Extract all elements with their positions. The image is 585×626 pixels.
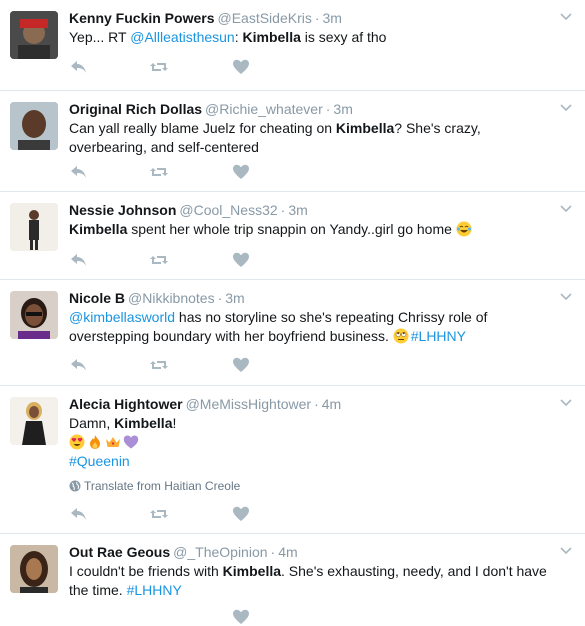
tweet-text: Can yall really blame Juelz for cheating… (69, 119, 555, 157)
tweet-text-part: Yep... RT (69, 29, 131, 45)
fire-emoji-icon (90, 435, 100, 449)
emoji-row (69, 433, 555, 452)
retweet-icon[interactable] (149, 58, 169, 76)
chevron-down-icon[interactable] (559, 395, 573, 409)
tweet-item[interactable]: Nessie Johnson @Cool_Ness32 · 3m Kimbella s… (0, 192, 585, 280)
tweet-timestamp[interactable]: 3m (333, 101, 352, 117)
tweet-author-handle[interactable]: @Cool_Ness32 (179, 202, 277, 218)
separator-dot: · (314, 396, 319, 412)
chevron-down-icon[interactable] (559, 289, 573, 303)
reply-icon[interactable] (69, 505, 89, 523)
tweet-text-part: Damn, (69, 415, 115, 431)
tweet-author-name[interactable]: Out Rae Geous (69, 544, 170, 560)
heart-icon[interactable] (231, 356, 251, 374)
globe-icon (69, 480, 81, 492)
tweet-text-bold: Kimbella (69, 221, 128, 237)
separator-dot: · (314, 10, 320, 26)
tweet-text: @kimbellasworld has no storyline so she'… (69, 308, 555, 346)
tweet-text-part: : (234, 29, 243, 45)
tweet-author-handle[interactable]: @Richie_whatever (205, 101, 323, 117)
eye-roll-emoji-icon (393, 328, 409, 344)
translate-link[interactable]: Translate from Haitian Creole (69, 479, 555, 493)
crown-emoji-icon (106, 437, 120, 447)
separator-dot: · (270, 544, 276, 560)
retweet-icon[interactable] (149, 505, 169, 523)
tweet-text-part: is sexy af tho (300, 29, 387, 45)
tweet-author-name[interactable]: Nicole B (69, 290, 125, 306)
tears-of-joy-emoji-icon (456, 221, 472, 237)
tweet-author-handle[interactable]: @_TheOpinion (173, 544, 267, 560)
tweet-item[interactable]: Kenny Fuckin Powers @EastSideKris · 3m Yep.… (0, 0, 585, 91)
tweet-author-handle[interactable]: @MeMissHightower (186, 396, 311, 412)
tweet-timestamp[interactable]: 3m (288, 202, 307, 218)
heart-icon[interactable] (231, 608, 251, 626)
reply-icon[interactable] (69, 356, 89, 374)
tweet-timestamp[interactable]: 4m (322, 396, 341, 412)
tweet-author-handle[interactable]: @Nikkibnotes (128, 290, 215, 306)
reply-icon[interactable] (69, 58, 89, 76)
tweet-timestamp[interactable]: 4m (278, 544, 297, 560)
tweet-text: I couldn't be friends with Kimbella. She… (69, 562, 555, 600)
tweet-text-part: ! (172, 415, 177, 431)
heart-icon[interactable] (231, 505, 251, 523)
tweet-text-bold: Kimbella (335, 120, 395, 136)
hashtag-link[interactable]: #LHHNY (411, 328, 466, 344)
chevron-down-icon[interactable] (559, 201, 573, 215)
retweet-icon[interactable] (149, 356, 169, 374)
heart-eyes-emoji-icon (69, 434, 85, 450)
heart-icon[interactable] (231, 163, 251, 181)
avatar[interactable] (10, 203, 58, 251)
tweet-text-bold: Kimbella (114, 415, 173, 431)
tweet-text: Damn, Kimbella! (69, 414, 555, 433)
tweet-text: Kimbella spent her whole trip snappin on… (69, 220, 555, 239)
chevron-down-icon[interactable] (559, 543, 573, 557)
mention-link[interactable]: @Allleatisthesun (130, 29, 235, 45)
tweet-item[interactable]: Alecia Hightower @MeMissHightower · 4m Damn… (0, 386, 585, 534)
heart-icon[interactable] (231, 58, 251, 76)
chevron-down-icon[interactable] (559, 100, 573, 114)
tweet-item[interactable]: Nicole B @Nikkibnotes · 3m @kimbellasworld … (0, 280, 585, 386)
avatar[interactable] (10, 291, 58, 339)
translate-label[interactable]: Translate from Haitian Creole (84, 479, 240, 493)
tweet-timestamp[interactable]: 3m (323, 10, 342, 26)
mention-link[interactable]: @kimbellasworld (69, 309, 175, 325)
tweet-text-part: I couldn't be friends with (69, 563, 223, 579)
separator-dot: · (217, 290, 223, 306)
avatar[interactable] (10, 545, 58, 593)
tweet-author-name[interactable]: Nessie Johnson (69, 202, 176, 218)
tweet-text: Yep... RT @Allleatisthesun: Kimbella is … (69, 28, 555, 47)
tweet-item[interactable]: Original Rich Dollas @Richie_whatever · 3m … (0, 91, 585, 192)
tweet-author-name[interactable]: Original Rich Dollas (69, 101, 202, 117)
tweet-text-part: Can yall really blame Juelz for cheating… (69, 120, 336, 136)
reply-icon[interactable] (69, 251, 89, 269)
reply-icon[interactable] (69, 163, 89, 181)
retweet-icon[interactable] (149, 251, 169, 269)
hashtag-link[interactable]: #Queenin (69, 453, 130, 469)
retweet-icon[interactable] (149, 163, 169, 181)
avatar[interactable] (10, 397, 58, 445)
tweet-text-part: spent her whole trip snappin on Yandy..g… (127, 221, 456, 237)
tweet-timestamp[interactable]: 3m (225, 290, 244, 306)
tweet-author-name[interactable]: Alecia Hightower (69, 396, 183, 412)
avatar[interactable] (10, 11, 58, 59)
separator-dot: · (325, 101, 331, 117)
tweet-item[interactable]: Out Rae Geous @_TheOpinion · 4m I couldn't … (0, 534, 585, 624)
purple-heart-emoji-icon (123, 435, 139, 449)
hashtag-link[interactable]: #LHHNY (127, 582, 182, 598)
heart-icon[interactable] (231, 251, 251, 269)
chevron-down-icon[interactable] (559, 9, 573, 23)
tweet-text-bold: Kimbella (222, 563, 282, 579)
tweet-author-handle[interactable]: @EastSideKris (217, 10, 311, 26)
tweet-text-bold: Kimbella (242, 29, 301, 45)
avatar[interactable] (10, 102, 58, 150)
separator-dot: · (280, 202, 286, 218)
tweet-author-name[interactable]: Kenny Fuckin Powers (69, 10, 214, 26)
